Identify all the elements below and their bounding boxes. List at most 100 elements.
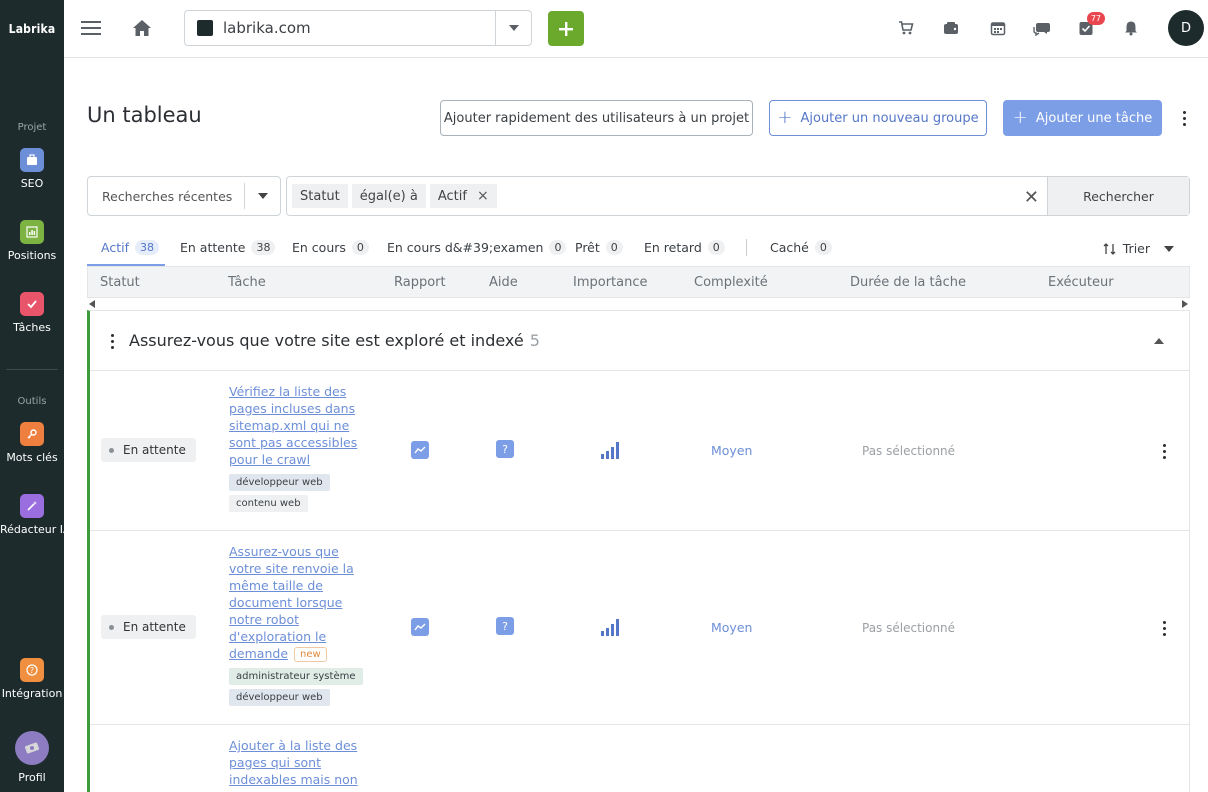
column-header[interactable]: Aide: [489, 275, 518, 290]
domain-select[interactable]: labrika.com: [184, 10, 532, 46]
sidebar-item-label: Intégration: [1, 687, 63, 700]
tab-label: En attente: [180, 240, 246, 255]
task-cell: Vérifiez la liste des pages incluses dan…: [229, 383, 359, 512]
tab-in-progress[interactable]: En cours 0: [292, 237, 369, 266]
menu-icon[interactable]: [80, 17, 102, 39]
group-count: 5: [529, 331, 540, 350]
recent-searches-label: Recherches récentes: [102, 188, 233, 204]
sidebar-section-project: Projet: [17, 122, 47, 133]
task-link[interactable]: Assurez-vous que votre site renvoie la m…: [229, 543, 357, 662]
column-header[interactable]: Importance: [573, 275, 648, 290]
horizontal-scrollbar[interactable]: [87, 298, 1190, 310]
calendar-icon[interactable]: [987, 17, 1009, 39]
importance-bars-icon: [601, 618, 621, 636]
tab-hidden[interactable]: Caché 0: [770, 237, 832, 266]
column-header[interactable]: Durée de la tâche: [850, 275, 966, 290]
duration-value[interactable]: Pas sélectionné: [862, 621, 955, 635]
column-header[interactable]: Exécuteur: [1048, 275, 1114, 290]
filter-chip-value[interactable]: Actif ×: [429, 184, 497, 208]
tab-count: 38: [251, 240, 276, 255]
status-dot: [109, 624, 114, 630]
user-avatar[interactable]: D: [1168, 10, 1204, 46]
remove-chip-icon[interactable]: ×: [477, 188, 489, 204]
filter-chip-operator[interactable]: égal(e) à: [351, 184, 426, 208]
status-label: En attente: [123, 620, 186, 634]
group-menu-icon[interactable]: [104, 331, 120, 351]
report-icon[interactable]: [411, 618, 429, 636]
scroll-right-icon[interactable]: [1182, 300, 1188, 308]
wallet-icon[interactable]: [940, 17, 962, 39]
plus-icon: +: [777, 107, 793, 128]
filter-chip-value-label: Actif: [437, 188, 467, 204]
column-header[interactable]: Rapport: [394, 275, 446, 290]
site-favicon-icon: [197, 20, 213, 36]
status-badge[interactable]: En attente: [101, 615, 196, 639]
group-header: Assurez-vous que votre site est exploré …: [90, 311, 1189, 371]
tab-pending[interactable]: En attente 38: [180, 237, 276, 266]
column-header[interactable]: Complexité: [694, 275, 768, 290]
tasks-notifications-icon[interactable]: 77: [1075, 12, 1105, 39]
top-bar: labrika.com 77 D: [64, 0, 1208, 58]
more-options-icon[interactable]: [1176, 108, 1192, 128]
home-icon[interactable]: [131, 17, 153, 39]
status-badge[interactable]: En attente: [101, 438, 196, 462]
key-icon: [20, 422, 44, 446]
tab-count: 0: [351, 240, 369, 255]
sidebar-item-integration[interactable]: ? Intégration: [0, 658, 64, 700]
clear-filter-icon[interactable]: ✕: [1024, 187, 1039, 208]
tab-active[interactable]: Actif 38: [87, 237, 165, 266]
cart-icon[interactable]: [895, 17, 917, 39]
tab-label: Actif: [101, 240, 129, 255]
help-icon[interactable]: ?: [496, 440, 514, 458]
tab-late[interactable]: En retard 0: [644, 237, 725, 266]
add-users-button[interactable]: Ajouter rapidement des utilisateurs à un…: [440, 100, 753, 136]
column-header[interactable]: Tâche: [228, 275, 266, 290]
add-project-button[interactable]: [548, 11, 584, 46]
sidebar-item-keywords[interactable]: Mots clés: [0, 422, 64, 464]
bell-icon[interactable]: [1120, 17, 1142, 39]
chevron-down-icon[interactable]: [244, 183, 280, 209]
sort-button[interactable]: Trier: [1103, 241, 1174, 256]
sidebar-item-ai-writer[interactable]: Rédacteur IA: [0, 494, 71, 536]
status-dot: [109, 447, 114, 453]
chat-icon[interactable]: [1031, 17, 1053, 39]
sidebar-item-label: Rédacteur IA: [0, 523, 71, 536]
chevron-down-icon[interactable]: [495, 11, 531, 45]
task-cell: Assurez-vous que votre site renvoie la m…: [229, 543, 363, 706]
sidebar-section-tools: Outils: [17, 396, 47, 407]
sidebar-item-tasks[interactable]: Tâches: [0, 292, 64, 334]
sidebar-item-seo[interactable]: SEO: [0, 148, 64, 190]
row-menu-icon[interactable]: [1156, 618, 1172, 638]
sidebar-item-label: Positions: [7, 249, 57, 262]
recent-searches-select[interactable]: Recherches récentes: [87, 176, 281, 216]
tab-ready[interactable]: Prêt 0: [575, 237, 623, 266]
tab-in-review[interactable]: En cours d&#39;examen 0: [387, 237, 567, 266]
scroll-left-icon[interactable]: [89, 300, 95, 308]
add-task-button[interactable]: + Ajouter une tâche: [1003, 100, 1162, 136]
sidebar-item-positions[interactable]: Positions: [0, 220, 64, 262]
search-button[interactable]: Rechercher: [1047, 177, 1189, 215]
sort-label: Trier: [1122, 241, 1150, 256]
app-logo[interactable]: Labrika: [0, 0, 64, 57]
sidebar-item-label: Mots clés: [6, 451, 58, 464]
table-header: Statut Tâche Rapport Aide Importance Com…: [87, 266, 1190, 298]
sidebar-item-label: Tâches: [13, 321, 51, 334]
filter-bar[interactable]: Statut égal(e) à Actif × ✕ Rechercher: [286, 176, 1190, 216]
chart-icon: [20, 220, 44, 244]
add-group-button[interactable]: + Ajouter un nouveau groupe: [769, 100, 987, 136]
duration-value[interactable]: Pas sélectionné: [862, 444, 955, 458]
report-icon[interactable]: [411, 441, 429, 459]
task-link[interactable]: Vérifiez la liste des pages incluses dan…: [229, 383, 359, 468]
sidebar-item-profile[interactable]: Profil: [0, 731, 64, 784]
tab-label: Caché: [770, 240, 809, 255]
task-link[interactable]: Ajouter à la liste des pages qui sont in…: [229, 737, 359, 788]
complexity-value: Moyen: [711, 620, 753, 635]
filter-chip-field[interactable]: Statut: [292, 184, 348, 208]
tab-separator: [746, 239, 747, 256]
row-menu-icon[interactable]: [1156, 441, 1172, 461]
column-header[interactable]: Statut: [100, 275, 140, 290]
plus-icon: +: [1012, 107, 1028, 128]
help-icon[interactable]: ?: [496, 617, 514, 635]
collapse-icon[interactable]: [1154, 338, 1164, 344]
sidebar-item-label: SEO: [20, 177, 44, 190]
